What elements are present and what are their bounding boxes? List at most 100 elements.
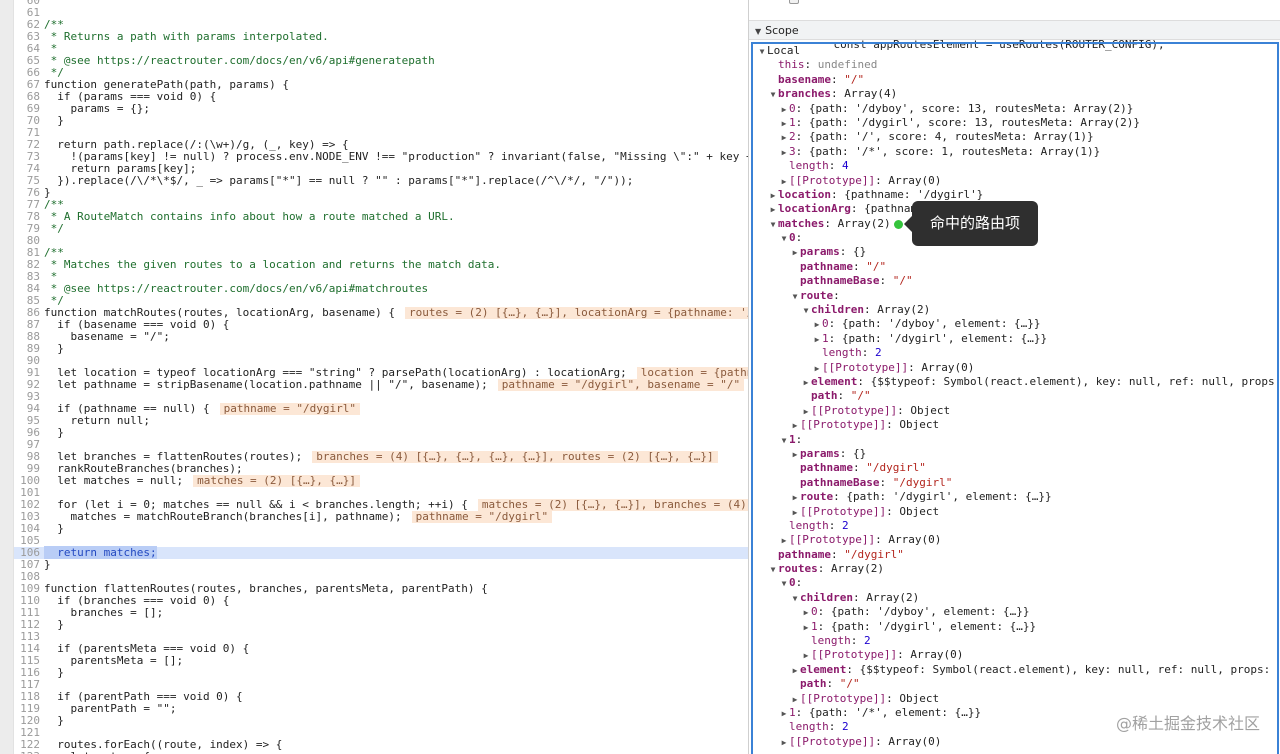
code-line[interactable]: 116 }	[14, 667, 748, 679]
collapsed-arrow-icon[interactable]: ▶	[790, 693, 800, 707]
collapsed-arrow-icon[interactable]: ▶	[779, 534, 789, 548]
expanded-arrow-icon[interactable]: ▼	[757, 45, 767, 59]
collapsed-arrow-icon[interactable]: ▶	[779, 736, 789, 750]
code-line[interactable]: 100 let matches = null; matches = (2) [{……	[14, 475, 748, 487]
scope-tree-row[interactable]: ▶ 1: {path: '/dygirl', element: {…}}	[753, 620, 1273, 634]
scope-tree-row[interactable]: ▶ 1: {path: '/dygirl', element: {…}}	[753, 332, 1273, 346]
collapsed-arrow-icon[interactable]: ▶	[779, 707, 789, 721]
expanded-arrow-icon[interactable]: ▼	[768, 88, 778, 102]
scope-tree-row[interactable]: ▶ params: {}	[753, 245, 1273, 259]
collapsed-arrow-icon[interactable]: ▶	[779, 146, 789, 160]
scope-tree-row[interactable]: ▼ route:	[753, 289, 1273, 303]
code-line[interactable]: 88 basename = "/";	[14, 331, 748, 343]
collapsed-arrow-icon[interactable]: ▶	[768, 189, 778, 203]
collapsed-arrow-icon[interactable]: ▶	[790, 506, 800, 520]
code-line[interactable]: 120 }	[14, 715, 748, 727]
code-line[interactable]: 63 * Returns a path with params interpol…	[14, 31, 748, 43]
code-line[interactable]: 76}	[14, 187, 748, 199]
code-line[interactable]: 79 */	[14, 223, 748, 235]
scope-section-header[interactable]: ▼ Scope	[749, 20, 1280, 40]
collapsed-arrow-icon[interactable]: ▶	[790, 664, 800, 678]
collapsed-arrow-icon[interactable]: ▶	[790, 419, 800, 433]
expanded-arrow-icon[interactable]: ▼	[779, 577, 789, 591]
code-line[interactable]: 78 * A RouteMatch contains info about ho…	[14, 211, 748, 223]
scope-tree-row[interactable]: ▼ routes: Array(2)	[753, 562, 1273, 576]
scope-tree-row[interactable]: ▶ element: {$$typeof: Symbol(react.elemen…	[753, 663, 1277, 678]
scope-tree-row[interactable]: ▼ children: Array(2)	[753, 303, 1273, 317]
code-line[interactable]: 95 return null;	[14, 415, 748, 427]
scope-tree-row[interactable]: ▼ 0:	[753, 576, 1273, 590]
collapsed-arrow-icon[interactable]: ▶	[790, 246, 800, 260]
collapsed-arrow-icon[interactable]: ▶	[790, 491, 800, 505]
current-execution-line[interactable]: 106 return matches;	[14, 546, 748, 559]
code-line[interactable]: 75 }).replace(/\/*\*$/, _ => params["*"]…	[14, 175, 748, 187]
code-line[interactable]: 70 }	[14, 115, 748, 127]
collapsed-arrow-icon[interactable]: ▶	[801, 405, 811, 419]
scope-tree-row[interactable]: ▼ branches: Array(4)	[753, 87, 1273, 101]
expanded-arrow-icon[interactable]: ▼	[790, 290, 800, 304]
inline-variable-value[interactable]: branches = (4) [{…}, {…}, {…}, {…}], rou…	[312, 451, 718, 463]
code-line[interactable]: 96 }	[14, 427, 748, 439]
collapsed-arrow-icon[interactable]: ▶	[801, 621, 811, 635]
inline-variable-value[interactable]: pathname = "/dygirl"	[411, 511, 553, 523]
code-line[interactable]: 119 parentPath = "";	[14, 703, 748, 715]
collapsed-arrow-icon[interactable]: ▶	[812, 362, 822, 376]
scope-tree-row[interactable]: ▶ 0: {path: '/dyboy', score: 13, routesMe…	[753, 102, 1273, 116]
scope-tree-row[interactable]: ▶ [[Prototype]]: Array(0)	[753, 361, 1273, 375]
code-line[interactable]: 115 parentsMeta = [];	[14, 655, 748, 667]
expanded-arrow-icon[interactable]: ▼	[779, 232, 789, 246]
scope-tree-row[interactable]: ▶ [[Prototype]]: Object	[753, 692, 1273, 706]
expanded-arrow-icon[interactable]: ▼	[790, 592, 800, 606]
source-editor[interactable]: 60 61 62/** 63 * Returns a path with params…	[0, 0, 748, 754]
collapsed-arrow-icon[interactable]: ▶	[779, 131, 789, 145]
expanded-arrow-icon[interactable]: ▼	[768, 563, 778, 577]
code-line[interactable]: 80	[14, 235, 748, 247]
collapsed-arrow-icon[interactable]: ▶	[801, 606, 811, 620]
scope-tree-row[interactable]: ▶ [[Prototype]]: Array(0)	[753, 533, 1273, 547]
code-line[interactable]: 103 matches = matchRouteBranch(branches[…	[14, 511, 748, 523]
scope-tree-row[interactable]: ▼ 1:	[753, 433, 1273, 447]
scope-tree-row[interactable]: ▶ [[Prototype]]: Array(0)	[753, 735, 1273, 749]
scope-tree-row[interactable]: ▶ 1: {path: '/dygirl', score: 13, routesM…	[753, 116, 1273, 130]
code-line[interactable]: 111 branches = [];	[14, 607, 748, 619]
collapsed-arrow-icon[interactable]: ▶	[779, 103, 789, 117]
scope-tree-row[interactable]: ▶ 3: {path: '/*', score: 1, routesMeta: A…	[753, 145, 1273, 159]
inline-variable-value[interactable]: routes = (2) [{…}, {…}], locationArg = {…	[405, 307, 748, 319]
collapsed-arrow-icon[interactable]: ▶	[812, 333, 822, 347]
code-line[interactable]: 65 * @see https://reactrouter.com/docs/e…	[14, 55, 748, 67]
code-line[interactable]: 84 * @see https://reactrouter.com/docs/e…	[14, 283, 748, 295]
code-line[interactable]: 60	[14, 0, 748, 7]
collapsed-arrow-icon[interactable]: ▶	[801, 649, 811, 663]
collapsed-arrow-icon[interactable]: ▶	[790, 448, 800, 462]
code-line[interactable]: 92 let pathname = stripBasename(location…	[14, 379, 748, 391]
scope-tree-row[interactable]: ▼ children: Array(2)	[753, 591, 1273, 605]
code-line[interactable]: 89 }	[14, 343, 748, 355]
scope-tree-row[interactable]: ▶ 2: {path: '/', score: 4, routesMeta: Ar…	[753, 130, 1273, 144]
code-line[interactable]: 112 }	[14, 619, 748, 631]
expanded-arrow-icon[interactable]: ▼	[768, 218, 778, 232]
code-line[interactable]: 104 }	[14, 523, 748, 535]
inline-variable-value[interactable]: matches = (2) [{…}, {…}]	[193, 475, 361, 487]
inline-variable-value[interactable]: pathname = "/dygirl"	[219, 403, 361, 415]
collapsed-arrow-icon[interactable]: ▶	[768, 203, 778, 217]
scope-tree-row[interactable]: ▶ [[Prototype]]: Array(0)	[753, 174, 1273, 188]
inline-variable-value[interactable]: pathname = "/dygirl", basename = "/"	[497, 379, 745, 391]
scope-tree-row[interactable]: ▶ params: {}	[753, 447, 1273, 461]
scope-tree-row[interactable]: ▶ 0: {path: '/dyboy', element: {…}}	[753, 605, 1273, 619]
expanded-arrow-icon[interactable]: ▼	[801, 304, 811, 318]
expanded-arrow-icon[interactable]: ▼	[779, 434, 789, 448]
code-line[interactable]: 82 * Matches the given routes to a locat…	[14, 259, 748, 271]
scope-tree-row[interactable]: ▶ [[Prototype]]: Array(0)	[753, 648, 1273, 662]
collapsed-arrow-icon[interactable]: ▶	[801, 376, 811, 390]
code-line[interactable]: 107}	[14, 559, 748, 571]
scope-tree-row[interactable]: ▶ [[Prototype]]: Object	[753, 505, 1273, 519]
scope-tree-row[interactable]: ▶ [[Prototype]]: Object	[753, 404, 1273, 418]
scope-tree-row[interactable]: ▼ Local	[753, 44, 1273, 58]
collapsed-arrow-icon[interactable]: ▶	[779, 175, 789, 189]
collapsed-arrow-icon[interactable]: ▶	[812, 318, 822, 332]
collapsed-arrow-icon[interactable]: ▶	[779, 117, 789, 131]
scope-tree-row[interactable]: ▶ route: {path: '/dygirl', element: {…}}	[753, 490, 1273, 504]
scope-tree-row[interactable]: ▶ 0: {path: '/dyboy', element: {…}}	[753, 317, 1273, 331]
code-line[interactable]: 61	[14, 7, 748, 19]
scope-tree-row[interactable]: ▶ element: {$$typeof: Symbol(react.elemen…	[753, 375, 1277, 390]
